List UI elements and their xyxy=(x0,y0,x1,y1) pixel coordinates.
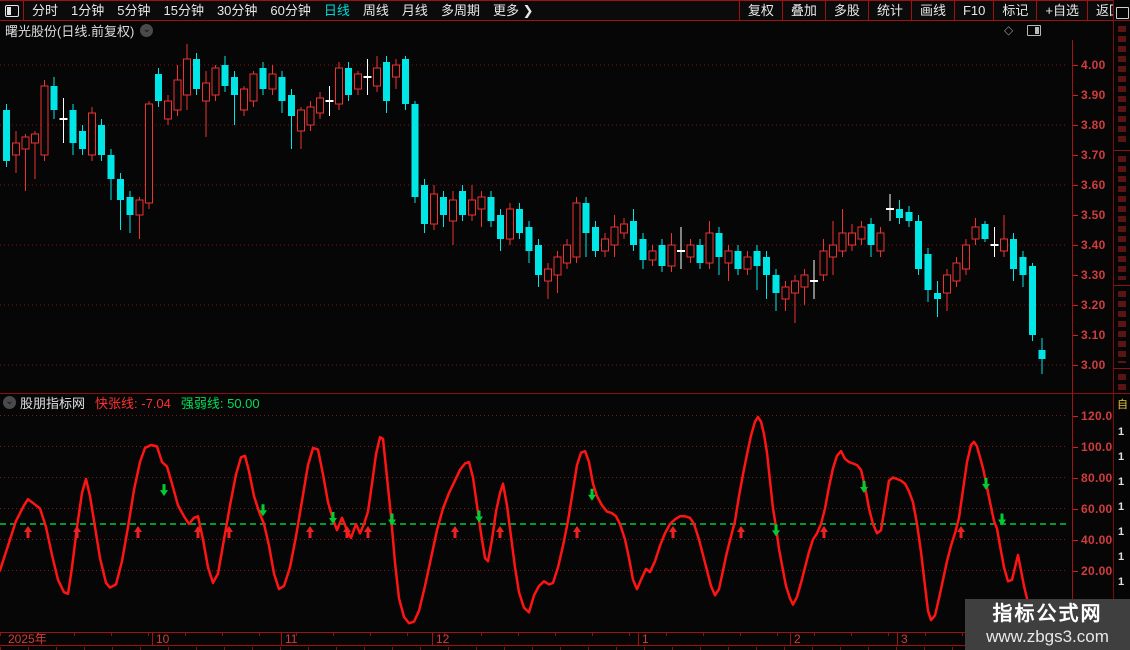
period-menu: 分时 1分钟 5分钟 15分钟 30分钟 60分钟 日线 周线 月线 多周期 更多 ❯ xyxy=(24,1,739,20)
menubar: 分时 1分钟 5分钟 15分钟 30分钟 60分钟 日线 周线 月线 多周期 更多 ❯ 复权 叠加 多股… xyxy=(0,0,1130,21)
titlebar: 曙光股份(日线.前复权) ⌄ xyxy=(0,21,1072,39)
sidebar-list-item[interactable]: 1 xyxy=(1118,551,1124,563)
strength-line-value: 强弱线: 50.00 xyxy=(180,395,260,411)
sidebar-list-item[interactable]: 1 xyxy=(1118,426,1124,438)
chevron-down-icon[interactable]: ⌄ xyxy=(140,23,154,37)
sidebar-list-item[interactable]: 1 xyxy=(1118,476,1124,488)
mini-window-icon[interactable] xyxy=(1116,7,1129,19)
diamond-icon[interactable]: ◇ xyxy=(1004,24,1013,36)
year-label: 2025年 xyxy=(8,632,47,646)
sidebar-list-item[interactable]: 1 xyxy=(1118,451,1124,463)
panel-layout-button[interactable] xyxy=(0,1,24,20)
indicator-tick-label: 80.00 xyxy=(1081,470,1113,485)
fast-line-value: 快张线: -7.04 xyxy=(95,395,171,411)
price-tick-label: 3.10 xyxy=(1081,328,1106,342)
month-label: 11 xyxy=(285,632,298,646)
month-label: 2 xyxy=(794,632,801,646)
tool-item-画线[interactable]: 画线 xyxy=(910,1,954,20)
watermark-url: www.zbgs3.com xyxy=(986,627,1109,646)
menu-item-周线[interactable]: 周线 xyxy=(363,1,389,20)
sidebar-list-item[interactable]: 1 xyxy=(1118,576,1124,588)
indicator-tick-label: 20.00 xyxy=(1081,563,1113,578)
price-tick-label: 3.70 xyxy=(1081,148,1106,162)
month-label: 12 xyxy=(436,632,450,646)
axis-line xyxy=(1072,40,1073,646)
indicator-tick-label: 100.0 xyxy=(1081,439,1113,454)
tool-item-+自选[interactable]: +自选 xyxy=(1036,1,1087,20)
menu-item-15分钟[interactable]: 15分钟 xyxy=(163,1,203,20)
stock-title: 曙光股份(日线.前复权) xyxy=(5,23,135,39)
menu-item-60分钟[interactable]: 60分钟 xyxy=(270,1,310,20)
sub-axis xyxy=(0,646,1130,650)
tool-item-标记[interactable]: 标记 xyxy=(993,1,1036,20)
window-split-icon[interactable] xyxy=(1027,24,1042,36)
indicator-tick-label: 40.00 xyxy=(1081,532,1113,547)
price-tick-label: 3.40 xyxy=(1081,238,1106,252)
indicator-tick-label: 120.0 xyxy=(1081,408,1113,423)
sidebar-tab-label[interactable]: 自 xyxy=(1117,396,1128,412)
main-candlestick-chart[interactable] xyxy=(0,40,1072,394)
panel-layout-icon xyxy=(4,4,19,17)
price-tick-label: 3.00 xyxy=(1081,358,1106,372)
menu-item-5分钟[interactable]: 5分钟 xyxy=(117,1,150,20)
sidebar-list-item[interactable]: 1 xyxy=(1118,526,1124,538)
indicator-chart[interactable] xyxy=(0,410,1072,632)
indicator-name[interactable]: 股朋指标网 xyxy=(20,393,85,412)
watermark: 指标公式网 www.zbgs3.com xyxy=(965,599,1130,650)
price-tick-label: 3.90 xyxy=(1081,88,1106,102)
menu-item-分时[interactable]: 分时 xyxy=(32,1,58,20)
price-tick-label: 3.60 xyxy=(1081,178,1106,192)
month-label: 1 xyxy=(642,632,649,646)
watermark-title: 指标公式网 xyxy=(992,603,1103,625)
tool-item-F10[interactable]: F10 xyxy=(953,1,993,20)
menu-item-30分钟[interactable]: 30分钟 xyxy=(217,1,257,20)
tool-item-复权[interactable]: 复权 xyxy=(738,1,782,20)
tools-menu: 复权 叠加 多股 统计 画线 F10 标记 +自选 返回 xyxy=(738,1,1130,20)
indicator-header: ⌄ 股朋指标网 快张线: -7.04 强弱线: 50.00 xyxy=(0,393,1072,412)
menu-item-月线[interactable]: 月线 xyxy=(402,1,428,20)
menu-item-多周期[interactable]: 多周期 xyxy=(441,1,480,20)
price-tick-label: 3.50 xyxy=(1081,208,1106,222)
tool-item-叠加[interactable]: 叠加 xyxy=(781,1,825,20)
price-tick-label: 3.30 xyxy=(1081,268,1106,282)
price-tick-label: 3.20 xyxy=(1081,298,1106,312)
month-label: 3 xyxy=(901,632,908,646)
menu-item-更多 ❯[interactable]: 更多 ❯ xyxy=(493,1,534,20)
price-tick-label: 4.00 xyxy=(1081,58,1106,72)
date-axis[interactable]: 2025年 10 11 12 1 2 3 xyxy=(0,632,1130,646)
chevron-down-icon[interactable]: ⌄ xyxy=(3,395,16,409)
indicator-tick-label: 60.00 xyxy=(1081,501,1113,516)
price-tick-label: 3.80 xyxy=(1081,118,1106,132)
tool-item-多股[interactable]: 多股 xyxy=(824,1,868,20)
trading-app-window: 分时 1分钟 5分钟 15分钟 30分钟 60分钟 日线 周线 月线 多周期 更多 ❯ 复权 叠加 多股… xyxy=(0,0,1130,650)
sidebar-list-item[interactable]: 1 xyxy=(1118,501,1124,513)
menu-item-1分钟[interactable]: 1分钟 xyxy=(71,1,104,20)
menu-item-日线[interactable]: 日线 xyxy=(324,1,350,20)
right-sidebar-strip[interactable]: 自 1 1 1 1 1 1 1 xyxy=(1113,0,1130,650)
tool-item-统计[interactable]: 统计 xyxy=(867,1,911,20)
month-label: 10 xyxy=(156,632,170,646)
